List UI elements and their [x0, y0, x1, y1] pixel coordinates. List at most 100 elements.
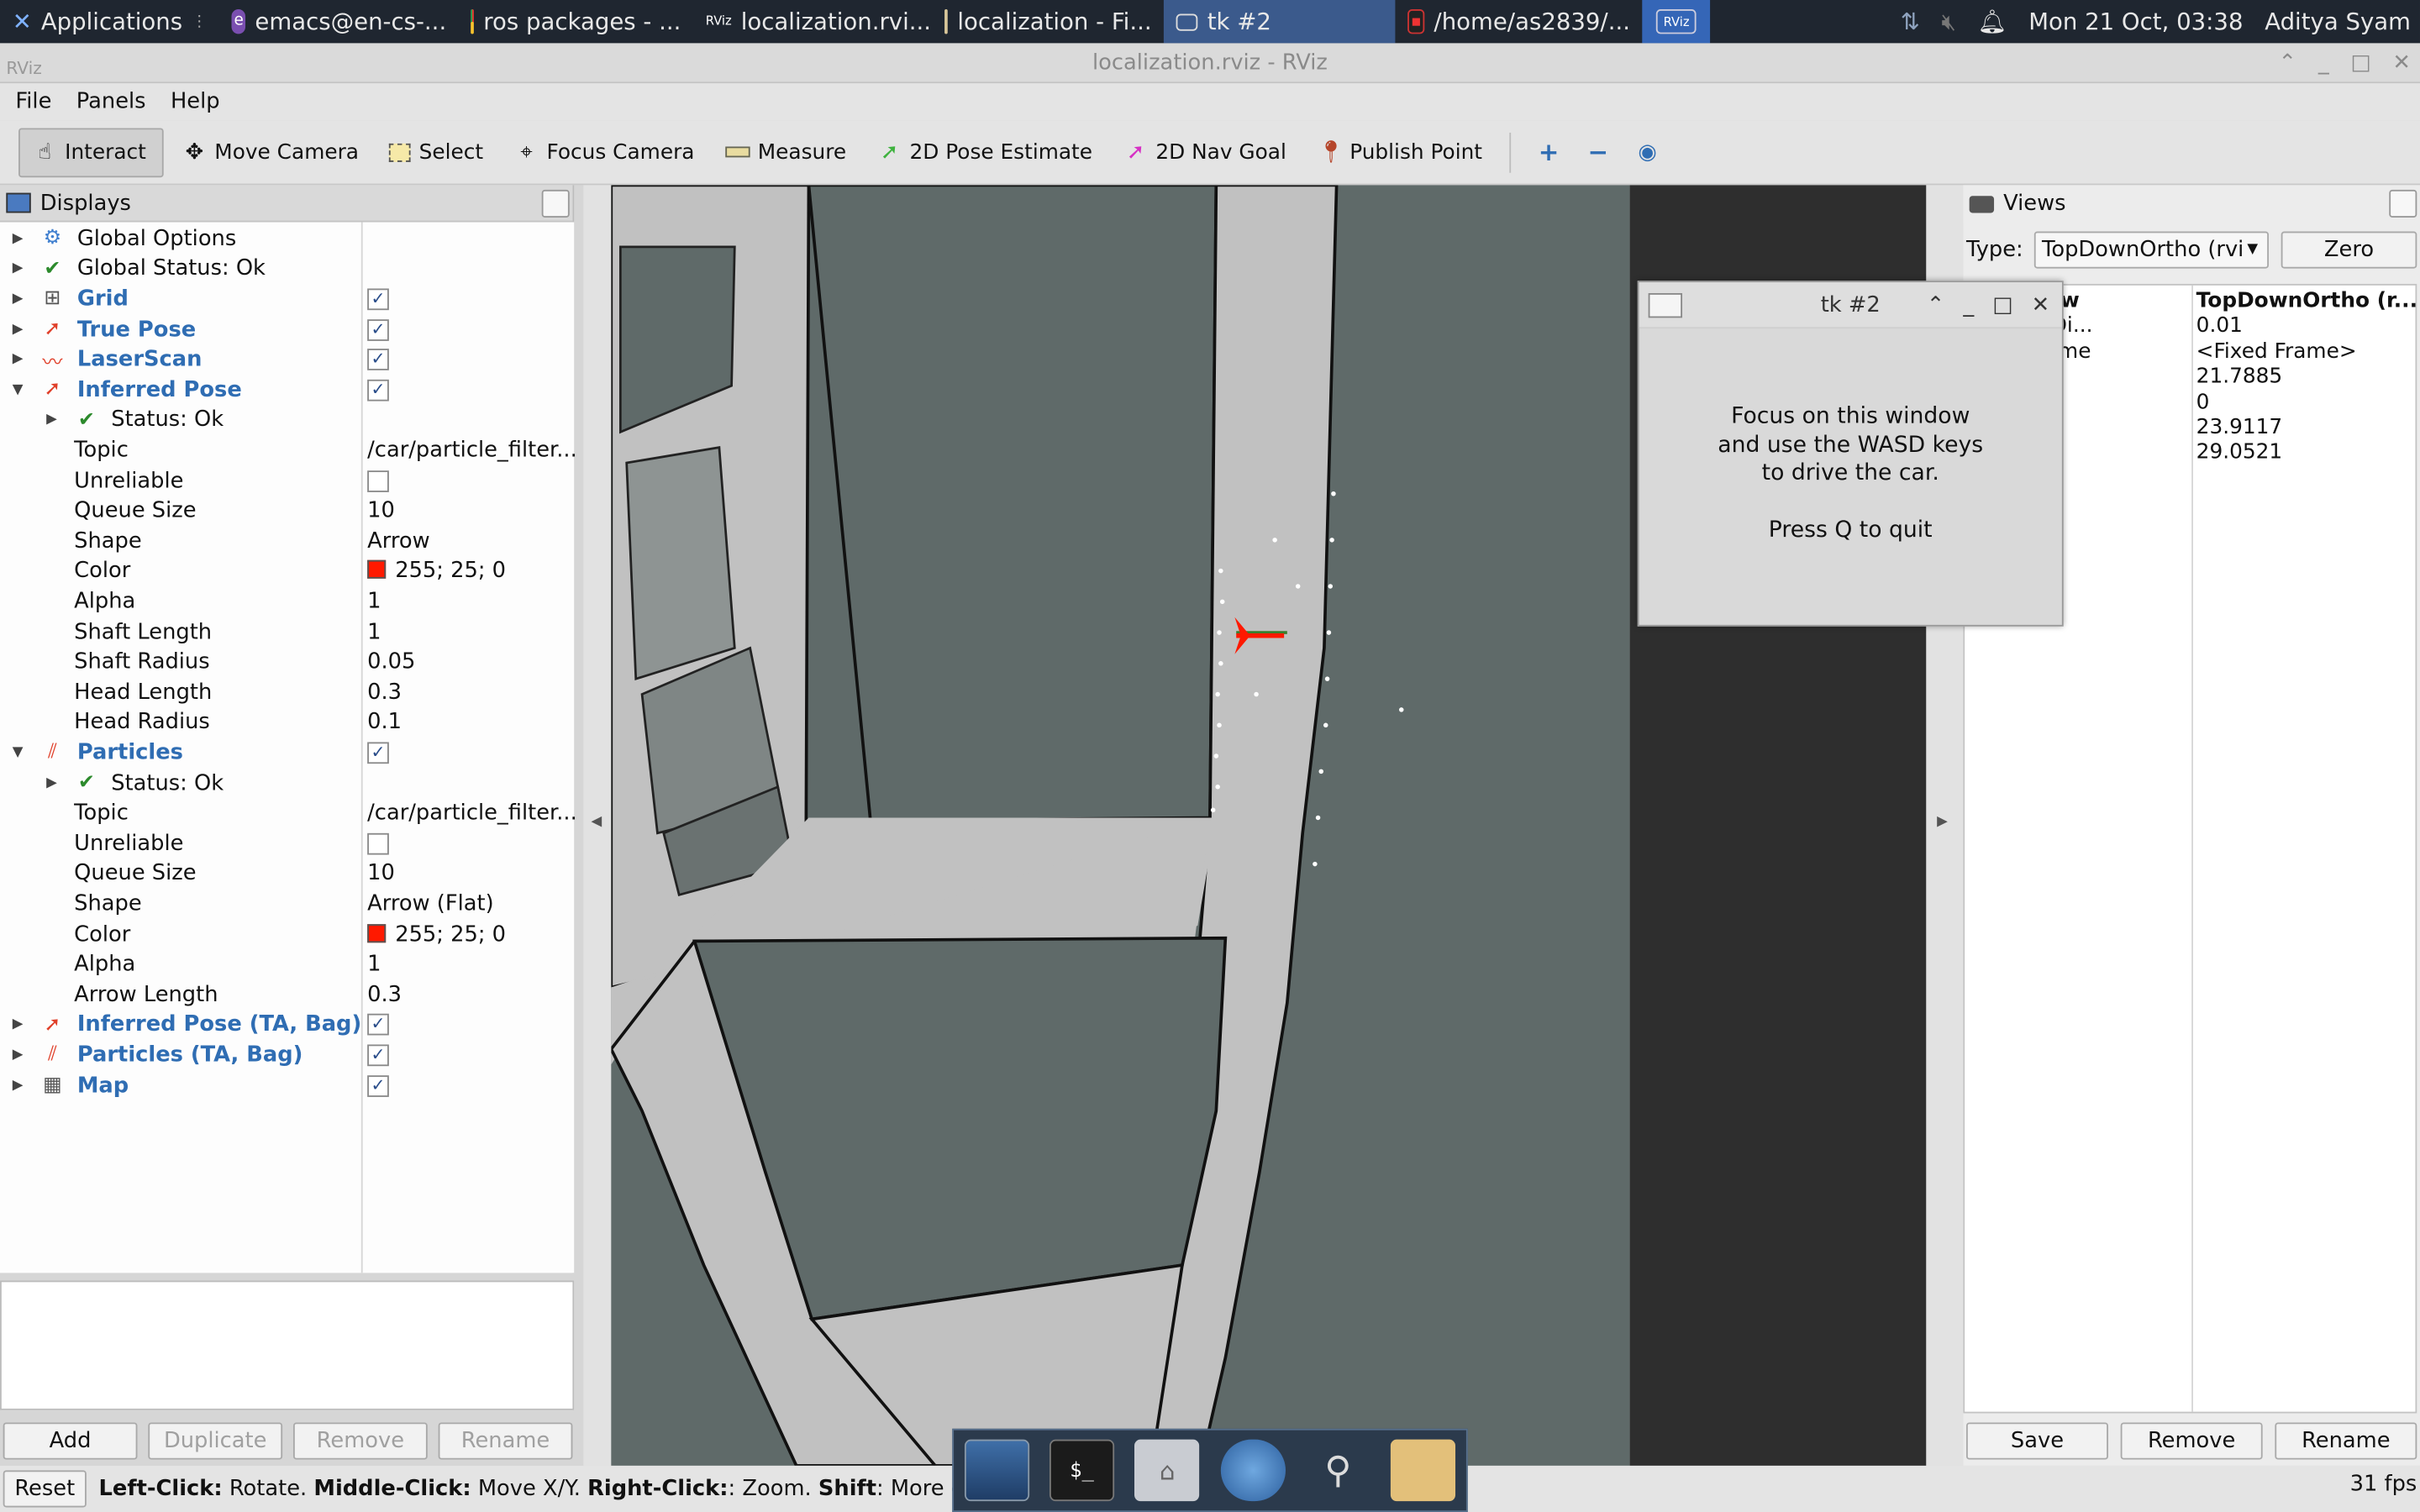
close-icon[interactable]: ✕ [2032, 282, 2050, 328]
close-icon[interactable]: ✕ [2392, 43, 2411, 83]
reset-button[interactable]: Reset [3, 1470, 87, 1508]
tree-row-inferred-pose-ta-bag[interactable]: ▶ ➚ Inferred Pose (TA, Bag) ✓ [0, 1010, 574, 1040]
rename-view-button[interactable]: Rename [2275, 1422, 2417, 1460]
property-row-queue-size[interactable]: Queue Size 10 [0, 858, 574, 889]
desktop-icon[interactable] [964, 1439, 1029, 1502]
property-row-color[interactable]: Color 255; 25; 0 [0, 556, 574, 586]
property-row-shaft-radius[interactable]: Shaft Radius 0.05 [0, 647, 574, 677]
interact-tool-button[interactable]: ☝ Interact [18, 127, 164, 177]
expand-arrow-icon[interactable]: ▶ [13, 322, 28, 337]
clock[interactable]: Mon 21 Oct, 03:38 [2028, 8, 2243, 35]
publish-point-tool-button[interactable]: 📍︎ Publish Point [1305, 128, 1495, 177]
tree-row-grid[interactable]: ▶ ⊞ Grid ✓ [0, 284, 574, 314]
collapse-arrow-icon[interactable]: ▼ [13, 745, 28, 760]
search-icon[interactable]: ⚲ [1306, 1440, 1370, 1501]
property-row-unreliable[interactable]: Unreliable [0, 828, 574, 858]
taskbar-window-file-manager[interactable]: localization - Fi... [933, 0, 1165, 43]
enable-checkbox[interactable]: ✓ [367, 742, 389, 764]
property-row-queue-size[interactable]: Queue Size 10 [0, 496, 574, 526]
menu-panels[interactable]: Panels [67, 90, 155, 114]
property-row-shaft-length[interactable]: Shaft Length 1 [0, 617, 574, 647]
enable-checkbox[interactable]: ✓ [367, 1014, 389, 1037]
property-row-shape[interactable]: Shape Arrow (Flat) [0, 889, 574, 919]
enable-checkbox[interactable]: ✓ [367, 318, 389, 341]
expand-arrow-icon[interactable]: ▶ [46, 412, 61, 428]
tree-row-status[interactable]: ▶ ✔ Status: Ok [0, 405, 574, 435]
nav-goal-tool-button[interactable]: ➚ 2D Nav Goal [1111, 128, 1298, 177]
applications-menu[interactable]: ✕ Applications ⋮ [0, 0, 219, 43]
taskbar-window-rviz[interactable]: RViz [1642, 0, 1711, 44]
focus-camera-tool-button[interactable]: ⌖ Focus Camera [502, 128, 707, 177]
tree-row-particles[interactable]: ▼ ⫽ Particles ✓ [0, 738, 574, 768]
property-row-head-length[interactable]: Head Length 0.3 [0, 677, 574, 707]
shade-icon[interactable]: ⌃ [2279, 43, 2297, 83]
expand-arrow-icon[interactable]: ▶ [13, 261, 28, 276]
undock-button[interactable] [2389, 189, 2417, 218]
property-row-alpha[interactable]: Alpha 1 [0, 586, 574, 617]
property-row-shape[interactable]: Shape Arrow [0, 526, 574, 556]
menu-help[interactable]: Help [161, 90, 229, 114]
measure-tool-button[interactable]: Measure [713, 128, 859, 177]
minimize-icon[interactable]: _ [1963, 282, 1974, 328]
render-viewport[interactable] [611, 185, 1630, 1466]
property-row-head-radius[interactable]: Head Radius 0.1 [0, 707, 574, 738]
home-folder-icon[interactable]: ⌂ [1134, 1439, 1200, 1502]
view-type-select[interactable]: TopDownOrtho (rvi ▼ [2033, 231, 2269, 269]
expand-arrow-icon[interactable]: ▶ [13, 1017, 28, 1032]
collapse-right-icon[interactable]: ▶ [1937, 815, 1948, 830]
property-row-unreliable[interactable]: Unreliable [0, 465, 574, 496]
taskbar-window-chrome[interactable]: ros packages - ... [459, 0, 693, 43]
move-camera-tool-button[interactable]: ✥ Move Camera [170, 128, 371, 177]
enable-checkbox[interactable]: ✓ [367, 1074, 389, 1097]
taskbar-window-tk[interactable]: tk #2 [1164, 0, 1396, 44]
pose-estimate-tool-button[interactable]: ➚ 2D Pose Estimate [865, 128, 1105, 177]
save-view-button[interactable]: Save [1965, 1422, 2108, 1460]
tree-row-laserscan[interactable]: ▶ 〰 LaserScan ✓ [0, 344, 574, 375]
property-row-topic[interactable]: Topic /car/particle_filter... [0, 435, 577, 465]
tree-row-particles-ta-bag[interactable]: ▶ ⫽ Particles (TA, Bag) ✓ [0, 1040, 574, 1070]
collapse-arrow-icon[interactable]: ▼ [13, 382, 28, 397]
enable-checkbox[interactable]: ✓ [367, 349, 389, 371]
expand-arrow-icon[interactable]: ▶ [46, 775, 61, 790]
remove-display-button[interactable]: Remove [292, 1422, 428, 1460]
folder-icon[interactable] [1391, 1439, 1456, 1502]
tool-visibility-button[interactable]: ◉ [1626, 128, 1669, 177]
expand-arrow-icon[interactable]: ▶ [13, 1078, 28, 1093]
rename-display-button[interactable]: Rename [438, 1422, 573, 1460]
select-tool-button[interactable]: Select [377, 128, 496, 177]
tk-dialog-window[interactable]: tk #2 ⌃ _ □ ✕ Focus on this window and u… [1637, 281, 2064, 627]
enable-checkbox[interactable]: ✓ [367, 1044, 389, 1067]
expand-arrow-icon[interactable]: ▶ [13, 1047, 28, 1063]
tree-row-inferred-pose[interactable]: ▼ ➚ Inferred Pose ✓ [0, 375, 574, 405]
tree-row-global-options[interactable]: ▶ ⚙ Global Options [0, 223, 574, 254]
expand-arrow-icon[interactable]: ▶ [13, 231, 28, 246]
user-menu[interactable]: Aditya Syam [2265, 8, 2411, 35]
unreliable-checkbox[interactable] [367, 470, 389, 492]
shade-icon[interactable]: ⌃ [1927, 282, 1945, 328]
tk-dialog-titlebar[interactable]: tk #2 ⌃ _ □ ✕ [1639, 282, 2062, 329]
property-row-topic[interactable]: Topic /car/particle_filter... [0, 798, 577, 828]
add-tool-button[interactable]: + [1527, 128, 1570, 177]
left-dock-splitter[interactable]: ◀ [583, 185, 612, 1466]
duplicate-display-button[interactable]: Duplicate [148, 1422, 283, 1460]
unreliable-checkbox[interactable] [367, 832, 389, 855]
remove-tool-button[interactable]: − [1576, 128, 1619, 177]
expand-arrow-icon[interactable]: ▶ [13, 352, 28, 367]
zero-button[interactable]: Zero [2281, 231, 2417, 269]
tree-row-status[interactable]: ▶ ✔ Status: Ok [0, 768, 574, 798]
property-row-color[interactable]: Color 255; 25; 0 [0, 919, 574, 949]
maximize-icon[interactable]: □ [2350, 43, 2370, 83]
add-display-button[interactable]: Add [3, 1422, 138, 1460]
enable-checkbox[interactable]: ✓ [367, 288, 389, 311]
taskbar-window-emacs[interactable]: e emacs@en-cs-... [219, 0, 459, 43]
window-titlebar[interactable]: RViz localization.rviz - RViz ⌃ _ □ ✕ [0, 43, 2420, 84]
property-row-alpha[interactable]: Alpha 1 [0, 949, 574, 979]
enable-checkbox[interactable]: ✓ [367, 379, 389, 402]
menu-file[interactable]: File [6, 90, 60, 114]
taskbar-window-rviz-config[interactable]: RViz localization.rvi... [693, 0, 933, 43]
expand-arrow-icon[interactable]: ▶ [13, 291, 28, 307]
taskbar-window-terminal[interactable]: ▪ /home/as2839/... [1396, 0, 1643, 43]
terminal-icon[interactable]: $_ [1049, 1439, 1115, 1502]
tree-row-map[interactable]: ▶ ▦ Map ✓ [0, 1070, 574, 1100]
notification-bell-icon[interactable]: 🔔︎ [1978, 8, 2007, 35]
